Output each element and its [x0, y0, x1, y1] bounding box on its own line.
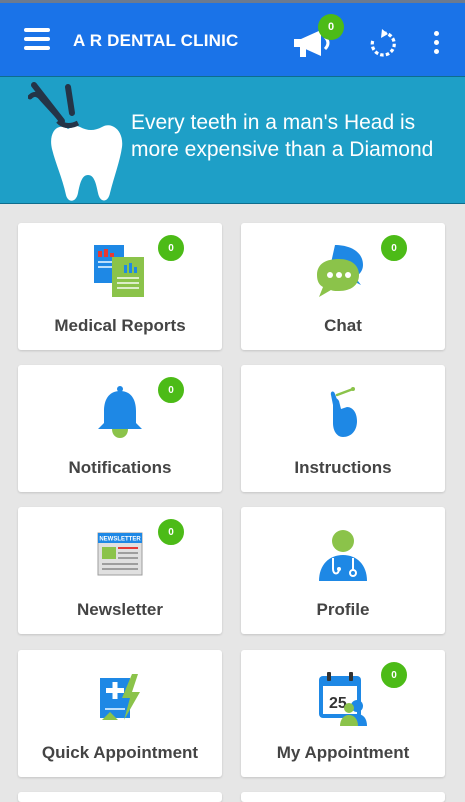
- doctor-profile-icon: [319, 530, 367, 581]
- tile-label: Instructions: [294, 458, 392, 477]
- tile-badge: 0: [157, 518, 185, 546]
- refresh-icon[interactable]: [368, 29, 398, 59]
- quick-appointment-icon: [100, 674, 140, 720]
- tile-profile[interactable]: Profile: [241, 507, 445, 634]
- overflow-menu-icon[interactable]: [432, 31, 440, 55]
- tile-instructions[interactable]: Instructions: [241, 365, 445, 492]
- tile-badge: 0: [380, 234, 408, 262]
- bell-icon: [98, 386, 142, 438]
- announcement-badge: 0: [318, 14, 344, 40]
- promo-banner: Every teeth in a man's Head is more expe…: [0, 76, 465, 204]
- app-title: A R DENTAL CLINIC: [73, 31, 239, 50]
- tile-badge: 0: [380, 661, 408, 689]
- tile-medical-reports[interactable]: 0 Medical Reports: [18, 223, 222, 350]
- tile-my-appointment[interactable]: 25 0 My Appointment: [241, 650, 445, 777]
- tile-label: Notifications: [68, 458, 172, 477]
- app-bar: A R DENTAL CLINIC 0: [0, 0, 465, 76]
- tile-label: Medical Reports: [54, 316, 186, 335]
- calendar-icon: 25: [319, 672, 367, 726]
- newsletter-icon: NEWSLETTER: [97, 532, 143, 576]
- chat-icon: [317, 245, 363, 297]
- tile-label: My Appointment: [276, 743, 410, 762]
- tile-label: Newsletter: [77, 600, 163, 619]
- tooth-with-pliers-icon: [28, 82, 123, 201]
- tile-newsletter[interactable]: NEWSLETTER 0 Newsletter: [18, 507, 222, 634]
- tile-badge: 0: [157, 234, 185, 262]
- tile-label: Quick Appointment: [41, 743, 199, 762]
- newsletter-icon-header: NEWSLETTER: [99, 537, 141, 543]
- tile-label: Chat: [324, 316, 362, 335]
- tile-badge: 0: [157, 376, 185, 404]
- banner-line-2: more expensive than a Diamond: [131, 138, 434, 161]
- banner-line-1: Every teeth in a man's Head is: [131, 111, 416, 134]
- tile-label: Profile: [316, 600, 370, 619]
- instructions-icon: [330, 387, 357, 437]
- tile-chat[interactable]: 0 Chat: [241, 223, 445, 350]
- tile-next-row-right[interactable]: [241, 792, 445, 802]
- tile-notifications[interactable]: 0 Notifications: [18, 365, 222, 492]
- medical-reports-icon: [94, 245, 144, 297]
- calendar-day: 25: [329, 695, 347, 712]
- menu-icon[interactable]: [24, 28, 50, 50]
- tile-quick-appointment[interactable]: Quick Appointment: [18, 650, 222, 777]
- banner-quote: Every teeth in a man's Head is more expe…: [131, 109, 451, 163]
- tile-next-row-left[interactable]: [18, 792, 222, 802]
